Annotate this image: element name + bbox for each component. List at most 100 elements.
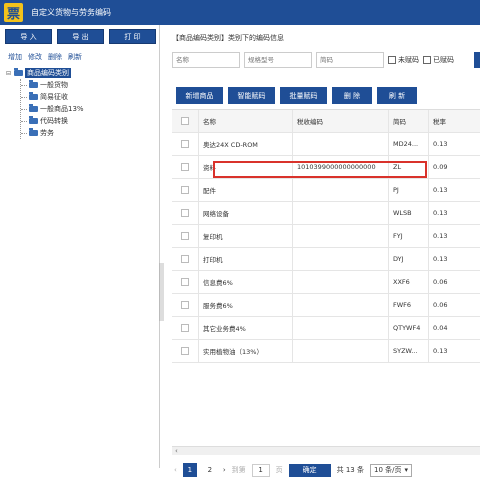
cell-tax-code [293, 133, 389, 155]
cell-short-code: WLSB [389, 202, 429, 224]
cell-name: 实用植物油（13%） [199, 340, 293, 362]
cell-rate: 0.13 [433, 186, 448, 194]
select-all-checkbox[interactable] [181, 117, 189, 125]
import-button[interactable]: 导 入 [5, 29, 52, 44]
horizontal-scrollbar[interactable]: ‹ [172, 446, 480, 455]
window-title: 自定义货物与劳务编码 [31, 8, 111, 17]
cell-tax-code [293, 202, 389, 224]
total-count: 共 13 条 [336, 466, 364, 474]
tree-item[interactable]: 简易征收 [21, 91, 84, 103]
print-button[interactable]: 打 印 [109, 29, 156, 44]
export-button[interactable]: 导 出 [57, 29, 104, 44]
row-checkbox[interactable] [181, 186, 189, 194]
tree-actions: 增加 修改 删除 刷新 [8, 52, 82, 62]
table-row[interactable]: 其它业务费4% QTYWF4 0.04 [172, 317, 480, 340]
table-header: 名称 税收编码 简码 税率 [172, 110, 480, 133]
tree-item[interactable]: 一般货物 [21, 79, 84, 91]
confirm-button[interactable]: 确定 [288, 463, 331, 477]
row-checkbox[interactable] [181, 163, 189, 171]
cell-rate: 0.06 [433, 301, 448, 309]
folder-icon [29, 104, 38, 112]
refresh-button[interactable]: 刷 新 [377, 87, 417, 104]
assigned-checkbox[interactable]: 已赋码 [423, 55, 454, 65]
cell-tax-code [293, 317, 389, 339]
delete-category-link[interactable]: 删除 [48, 52, 62, 62]
cell-short-code: FYJ [389, 225, 429, 247]
tree-item[interactable]: 代码转换 [21, 115, 84, 127]
row-checkbox[interactable] [181, 140, 189, 148]
page-2[interactable]: 2 [203, 463, 217, 477]
cell-rate: 0.13 [433, 347, 448, 355]
cell-short-code: XXF6 [389, 271, 429, 293]
cell-name: 信息费6% [199, 271, 293, 293]
collapse-icon[interactable]: ⊟ [6, 70, 14, 77]
cell-rate: 0.09 [433, 163, 448, 171]
row-checkbox[interactable] [181, 209, 189, 217]
cell-name: 资料 [199, 156, 293, 178]
tree-root-label[interactable]: 商品编码类别 [25, 68, 71, 78]
pane-splitter[interactable] [159, 263, 164, 321]
folder-icon [29, 128, 38, 136]
folder-icon [14, 68, 23, 76]
action-bar: 新增商品 智能赋码 批量赋码 删 除 刷 新 [176, 87, 417, 104]
edit-category-link[interactable]: 修改 [28, 52, 42, 62]
cell-rate: 0.13 [433, 255, 448, 263]
page-1[interactable]: 1 [182, 463, 197, 477]
unassigned-checkbox[interactable]: 未赋码 [388, 55, 419, 65]
refresh-category-link[interactable]: 刷新 [68, 52, 82, 62]
scroll-left-icon[interactable]: ‹ [175, 447, 178, 455]
chevron-down-icon: ▾ [404, 466, 408, 474]
table-row[interactable]: 实用植物油（13%） SYZW... 0.13 [172, 340, 480, 363]
col-name[interactable]: 名称 [199, 110, 293, 132]
category-pane: 导 入 导 出 打 印 增加 修改 删除 刷新 ⊟ 商品编码类别 一般货物 简易… [0, 25, 164, 468]
row-checkbox[interactable] [181, 347, 189, 355]
table-row[interactable]: 复印机 FYJ 0.13 [172, 225, 480, 248]
cell-tax-code [293, 179, 389, 201]
cell-rate: 0.06 [433, 278, 448, 286]
row-checkbox[interactable] [181, 255, 189, 263]
tree-item[interactable]: 一般商品13% [21, 103, 84, 115]
cell-rate: 0.13 [433, 209, 448, 217]
cell-rate: 0.04 [433, 324, 448, 332]
page-size-select[interactable]: 10 条/页 ▾ [369, 463, 412, 477]
goto-page-input[interactable]: 1 [251, 463, 270, 477]
category-tree: ⊟ 商品编码类别 一般货物 简易征收 一般商品13% 代码转换 劳务 [6, 67, 84, 139]
row-checkbox[interactable] [181, 301, 189, 309]
delete-button[interactable]: 删 除 [332, 87, 372, 104]
col-short-code[interactable]: 简码 [389, 110, 429, 132]
batch-assign-button[interactable]: 批量赋码 [280, 87, 327, 104]
add-product-button[interactable]: 新增商品 [176, 87, 223, 104]
cell-short-code: SYZW... [389, 340, 429, 362]
row-checkbox[interactable] [181, 324, 189, 332]
smart-assign-button[interactable]: 智能赋码 [228, 87, 275, 104]
tree-item[interactable]: 劳务 [21, 127, 84, 139]
shortcode-filter-input[interactable] [316, 52, 384, 68]
cell-short-code: QTYWF4 [389, 317, 429, 339]
add-category-link[interactable]: 增加 [8, 52, 22, 62]
cell-short-code: PJ [389, 179, 429, 201]
table-row[interactable]: 网络设备 WLSB 0.13 [172, 202, 480, 225]
col-tax-code[interactable]: 税收编码 [293, 110, 389, 132]
row-checkbox[interactable] [181, 232, 189, 240]
app-icon: 票 [4, 3, 23, 22]
name-filter-input[interactable] [172, 52, 240, 68]
table-row[interactable]: 信息费6% XXF6 0.06 [172, 271, 480, 294]
title-bar: 票 自定义货物与劳务编码 [0, 0, 480, 25]
prev-page-icon[interactable]: ‹ [174, 466, 177, 474]
search-button[interactable] [474, 52, 480, 68]
cell-tax-code: 1010399000000000000 [293, 156, 389, 178]
tree-root[interactable]: ⊟ 商品编码类别 [6, 67, 84, 79]
spec-filter-input[interactable] [244, 52, 312, 68]
table-row[interactable]: 服务费6% FWF6 0.06 [172, 294, 480, 317]
table-row[interactable]: 奥达24X CD-ROM MD24... 0.13 [172, 133, 480, 156]
table-row[interactable]: 配件 PJ 0.13 [172, 179, 480, 202]
next-page-icon[interactable]: › [223, 466, 226, 474]
cell-tax-code [293, 340, 389, 362]
row-checkbox[interactable] [181, 278, 189, 286]
cell-rate: 0.13 [433, 232, 448, 240]
cell-name: 奥达24X CD-ROM [199, 133, 293, 155]
folder-icon [29, 80, 38, 88]
col-rate[interactable]: 税率 [429, 110, 480, 132]
table-row[interactable]: 资料 1010399000000000000 ZL 0.09 [172, 156, 480, 179]
table-row[interactable]: 打印机 DYJ 0.13 [172, 248, 480, 271]
